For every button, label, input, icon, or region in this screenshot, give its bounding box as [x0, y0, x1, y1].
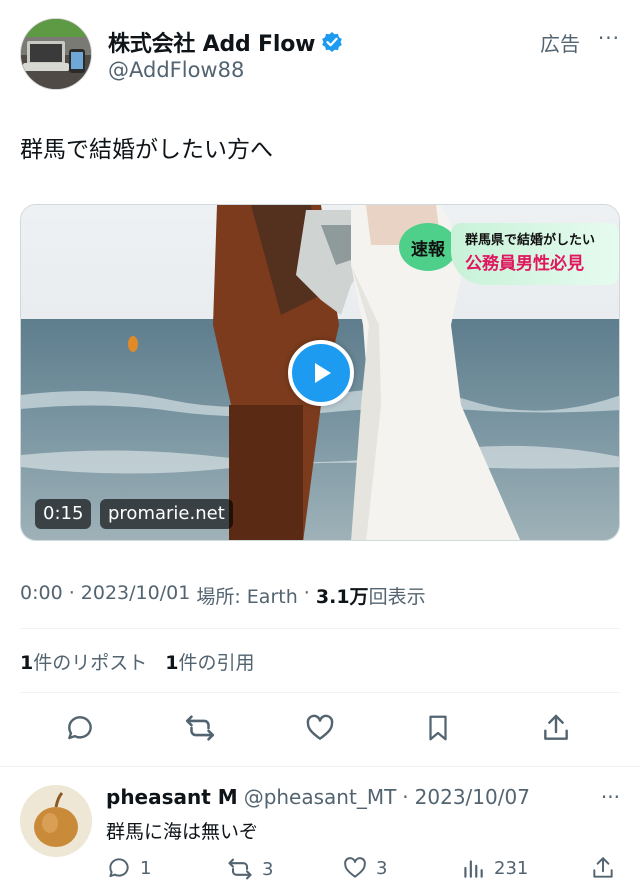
divider: [20, 692, 620, 693]
share-icon: [593, 857, 613, 878]
meta-separator: ·: [402, 785, 409, 809]
video-source-domain[interactable]: promarie.net: [100, 499, 233, 529]
bookmark-icon[interactable]: [418, 708, 458, 748]
reply-action-bar: 1 3 3 231: [106, 855, 620, 880]
account-name-row: 株式会社 Add Flow: [108, 26, 343, 58]
account-avatar[interactable]: [20, 18, 92, 90]
more-options-icon[interactable]: ···: [598, 26, 620, 50]
quotes-stat[interactable]: 1件の引用: [165, 648, 254, 675]
reply-more-options-icon[interactable]: ···: [601, 785, 620, 809]
views-label: 回表示: [368, 586, 426, 608]
reply-text: 群馬に海は無いぞ: [106, 821, 259, 843]
like-icon: [344, 857, 366, 878]
reply-post[interactable]: pheasant M @pheasant_MT · 2023/10/07 ···…: [0, 767, 640, 880]
reply-icon[interactable]: [60, 708, 100, 748]
reply-replies-count: 1: [140, 857, 152, 879]
reply-share-button[interactable]: [590, 855, 616, 880]
views-icon: [464, 860, 483, 878]
like-icon[interactable]: [300, 708, 340, 748]
meta-separator: ·: [62, 582, 81, 604]
reply-views-button[interactable]: 231: [460, 855, 528, 880]
engagement-stats: 1件のリポスト 1件の引用: [20, 648, 255, 675]
quotes-label: 件の引用: [178, 652, 255, 674]
account-name[interactable]: 株式会社 Add Flow: [108, 26, 315, 58]
ad-label: 広告: [540, 32, 580, 56]
video-overlay-badge: 速報: [399, 223, 457, 271]
video-player[interactable]: 速報 群馬県で結婚がしたい 公務員男性必見 0:15 promarie.net: [20, 204, 620, 541]
reply-handle[interactable]: @pheasant_MT: [244, 785, 397, 809]
reply-likes-count: 3: [376, 857, 388, 879]
reply-views-count: 231: [494, 857, 529, 879]
quotes-count: 1: [165, 652, 179, 674]
post-location: 場所: Earth: [196, 586, 298, 608]
reposts-label: 件のリポスト: [33, 652, 148, 674]
reply-reply-button[interactable]: 1: [106, 855, 151, 880]
divider: [20, 628, 620, 629]
reply-like-button[interactable]: 3: [342, 855, 387, 880]
meta-separator: ·: [297, 582, 316, 604]
reply-author-name[interactable]: pheasant M: [106, 785, 238, 809]
share-icon[interactable]: [536, 708, 576, 748]
post-date[interactable]: 2023/10/01: [81, 582, 191, 609]
reply-icon: [109, 858, 129, 878]
video-overlay-line1: 群馬県で結婚がしたい: [465, 233, 596, 248]
repost-icon: [228, 858, 252, 880]
verified-badge-icon: [321, 31, 343, 53]
views-count: 3.1万: [315, 586, 369, 608]
repost-icon[interactable]: [180, 708, 220, 748]
reposts-stat[interactable]: 1件のリポスト: [20, 648, 147, 675]
reply-reposts-count: 3: [262, 858, 274, 880]
reposts-count: 1: [20, 652, 34, 674]
post-text: 群馬で結婚がしたい方へ: [20, 137, 273, 163]
play-icon[interactable]: [288, 340, 354, 406]
post-time[interactable]: 0:00: [20, 582, 63, 609]
video-overlay-line2: 公務員男性必見: [465, 254, 584, 274]
post-header: 株式会社 Add Flow @AddFlow88 広告 ···: [20, 18, 620, 90]
account-handle[interactable]: @AddFlow88: [108, 58, 244, 82]
video-duration: 0:15: [35, 499, 92, 529]
reply-avatar[interactable]: [20, 785, 92, 857]
reply-date[interactable]: 2023/10/07: [415, 785, 530, 809]
reply-header: pheasant M @pheasant_MT · 2023/10/07: [106, 785, 530, 809]
post-metadata: 0:00 · 2023/10/01 場所: Earth · 3.1万 回表示: [20, 582, 426, 609]
reply-repost-button[interactable]: 3: [226, 855, 273, 880]
post-action-bar: [20, 708, 620, 752]
